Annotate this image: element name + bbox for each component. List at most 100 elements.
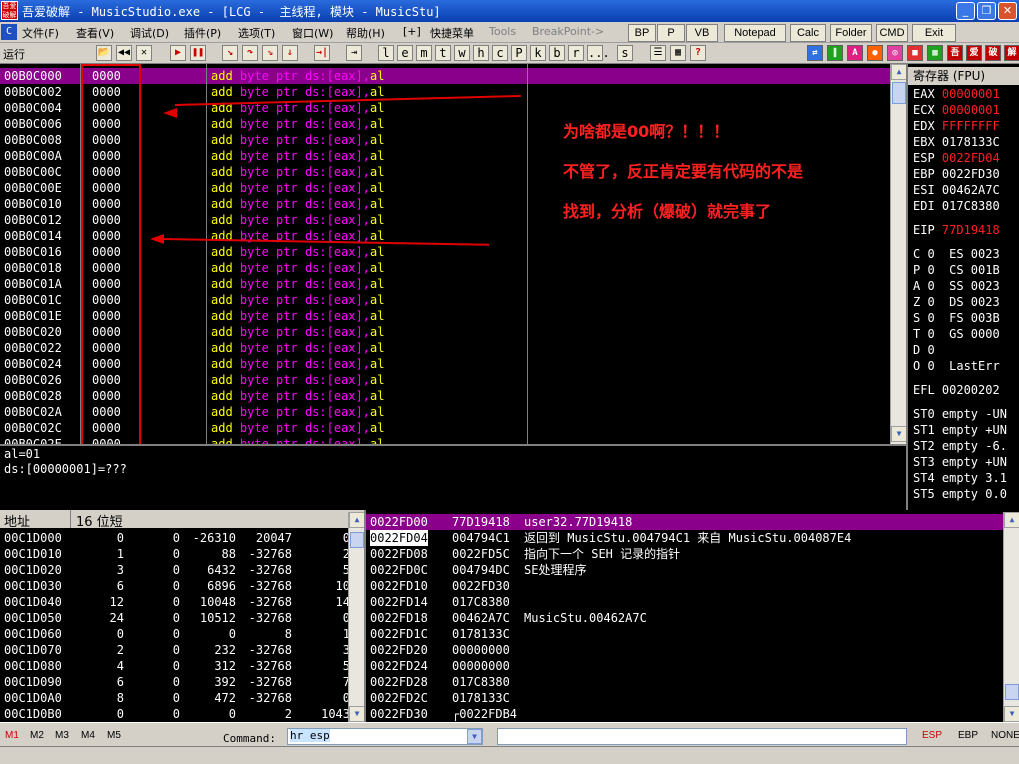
stack-scrollbar[interactable]: ▲ ▼ <box>1003 512 1019 722</box>
marker-m5[interactable]: M5 <box>107 730 121 741</box>
scroll-thumb[interactable] <box>892 82 906 104</box>
help-icon[interactable]: ? <box>690 45 706 61</box>
stack-row[interactable]: 0022FD00 77D19418 user32.77D19418 <box>366 514 1006 530</box>
stack-row[interactable]: 0022FD30 ┌0022FDB4 <box>366 706 1006 722</box>
dump-pane[interactable]: 地址 16 位短 00C1D000 0 0 -26310 20047 0 00C1D010 1… <box>0 510 364 722</box>
pause-icon[interactable]: ❚❚ <box>190 45 206 61</box>
appearance-icon[interactable]: ▦ <box>670 45 686 61</box>
fpu-row[interactable]: ST2 empty -6. <box>913 438 1007 454</box>
breakpoints-button[interactable]: b <box>549 45 565 61</box>
minimize-button[interactable]: _ <box>956 2 975 20</box>
dump-row[interactable]: 00C1D050 24 0 10512 -32768 0 <box>0 610 350 626</box>
grid-icon[interactable]: ▦ <box>927 45 943 61</box>
dump-scroll-down-icon[interactable]: ▼ <box>349 706 365 722</box>
cpu-window-icon[interactable]: C <box>1 24 17 40</box>
p-button[interactable]: P <box>657 24 685 42</box>
scroll-up-icon[interactable]: ▲ <box>891 64 907 80</box>
rewind-icon[interactable]: ◀◀ <box>116 45 132 61</box>
stack-scroll-down-icon[interactable]: ▼ <box>1004 706 1019 722</box>
stack-row[interactable]: 0022FD14 017C8380 <box>366 594 1006 610</box>
open-icon[interactable]: 📂 <box>96 45 112 61</box>
stack-row[interactable]: 0022FD28 017C8380 <box>366 674 1006 690</box>
dump-row[interactable]: 00C1D0B0 0 0 0 2 1043 <box>0 706 350 722</box>
ebp-indicator[interactable]: EBP <box>958 730 978 741</box>
fpu-row[interactable]: ST0 empty -UN <box>913 406 1007 422</box>
fpu-row[interactable]: ST4 empty 3.1 <box>913 470 1007 486</box>
stack-row[interactable]: 0022FD1C 0178133C <box>366 626 1006 642</box>
register-row-eip[interactable]: EIP 77D19418 <box>913 222 1000 238</box>
folder-button[interactable]: Folder <box>830 24 872 42</box>
dump-row[interactable]: 00C1D080 4 0 312 -32768 5 <box>0 658 350 674</box>
menu-shortcut[interactable]: 快捷菜单 <box>430 25 474 41</box>
marker-m2[interactable]: M2 <box>30 730 44 741</box>
register-row[interactable]: EDI 017C8380 <box>913 198 1000 214</box>
handles-button[interactable]: h <box>473 45 489 61</box>
stack-pane[interactable]: 0022FD00 77D19418 user32.77D19418 0022FD04 0… <box>364 510 1019 722</box>
vb-button[interactable]: VB <box>686 24 718 42</box>
command-dropdown-icon[interactable]: ▼ <box>467 729 482 744</box>
references-button[interactable]: r <box>568 45 584 61</box>
dump-scroll-thumb[interactable] <box>350 532 364 548</box>
dump-header-mode[interactable]: 16 位短 <box>76 511 123 530</box>
call-stack-button[interactable]: k <box>530 45 546 61</box>
step-into-icon[interactable]: ↘ <box>222 45 238 61</box>
source-button[interactable]: s <box>617 45 633 61</box>
registers-header[interactable]: 寄存器 (FPU) <box>908 67 1019 85</box>
dump-row[interactable]: 00C1D070 2 0 232 -32768 3 <box>0 642 350 658</box>
register-row[interactable]: EBP 0022FD30 <box>913 166 1000 182</box>
goto-icon[interactable]: ⇥ <box>346 45 362 61</box>
stack-row[interactable]: 0022FD24 00000000 <box>366 658 1006 674</box>
menu-debug[interactable]: 调试(D) <box>130 25 169 41</box>
dump-row[interactable]: 00C1D090 6 0 392 -32768 7 <box>0 674 350 690</box>
close-button[interactable]: ✕ <box>998 2 1017 20</box>
refresh-icon[interactable]: ⇄ <box>807 45 823 61</box>
flag-row[interactable]: O 0 LastErr <box>913 358 1000 374</box>
menu-view[interactable]: 查看(V) <box>76 25 114 41</box>
bp-button[interactable]: BP <box>628 24 656 42</box>
dump-row[interactable]: 00C1D030 6 0 6896 -32768 10 <box>0 578 350 594</box>
plugin-icon[interactable]: ∥ <box>827 45 843 61</box>
memory-map-button[interactable]: m <box>416 45 432 61</box>
flag-row[interactable]: D 0 <box>913 342 935 358</box>
ai-icon[interactable]: 爱 <box>966 45 982 61</box>
flag-row[interactable]: C 0 ES 0023 <box>913 246 1000 262</box>
marker-m1[interactable]: M1 <box>5 730 19 741</box>
fpu-row[interactable]: ST1 empty +UN <box>913 422 1007 438</box>
dump-scrollbar[interactable]: ▲ ▼ <box>348 512 365 722</box>
register-row[interactable]: EDX FFFFFFFF <box>913 118 1000 134</box>
registers-pane[interactable]: 寄存器 (FPU) EAX 00000001 ECX 00000001 EDX FF… <box>906 64 1019 510</box>
po-icon[interactable]: 破 <box>985 45 1001 61</box>
menu-plugins[interactable]: 插件(P) <box>184 25 221 41</box>
run-icon[interactable]: ▶ <box>170 45 186 61</box>
step-over-icon[interactable]: ↷ <box>242 45 258 61</box>
restore-button[interactable]: ❐ <box>977 2 996 20</box>
menu-breakpoint[interactable]: BreakPoint-> <box>532 25 604 38</box>
stack-row[interactable]: 0022FD2C 0178133C <box>366 690 1006 706</box>
cpu-button[interactable]: c <box>492 45 508 61</box>
wu-icon[interactable]: 吾 <box>947 45 963 61</box>
fpu-row[interactable]: ST3 empty +UN <box>913 454 1007 470</box>
record-icon[interactable]: ● <box>867 45 883 61</box>
register-row[interactable]: EBX 0178133C <box>913 134 1000 150</box>
stack-row[interactable]: 0022FD0C 004794DC SE处理程序 <box>366 562 1006 578</box>
menu-window[interactable]: 窗口(W) <box>292 25 333 41</box>
register-row[interactable]: EAX 00000001 <box>913 86 1000 102</box>
menu-help[interactable]: 帮助(H) <box>346 25 385 41</box>
fpu-row[interactable]: ST5 empty 0.0 <box>913 486 1007 502</box>
stop-icon[interactable]: ■ <box>907 45 923 61</box>
executable-modules-button[interactable]: e <box>397 45 413 61</box>
stack-scroll-thumb[interactable] <box>1005 684 1019 700</box>
dump-row[interactable]: 00C1D060 0 0 0 8 1 <box>0 626 350 642</box>
stack-row[interactable]: 0022FD08 0022FD5C 指向下一个 SEH 记录的指针 <box>366 546 1006 562</box>
dump-row[interactable]: 00C1D040 12 0 10048 -32768 14 <box>0 594 350 610</box>
dump-scroll-up-icon[interactable]: ▲ <box>349 512 365 528</box>
stack-row[interactable]: 0022FD04 004794C1 返回到 MusicStu.004794C1 来自… <box>366 530 1006 546</box>
flag-row[interactable]: A 0 SS 0023 <box>913 278 1000 294</box>
target-icon[interactable]: ◎ <box>887 45 903 61</box>
stack-scroll-up-icon[interactable]: ▲ <box>1004 512 1019 528</box>
dump-row[interactable]: 00C1D000 0 0 -26310 20047 0 <box>0 530 350 546</box>
command-input[interactable]: hr esp <box>287 728 483 745</box>
run-trace-button[interactable]: ... <box>587 45 610 61</box>
notepad-button[interactable]: Notepad <box>724 24 786 42</box>
patches-button[interactable]: P <box>511 45 527 61</box>
